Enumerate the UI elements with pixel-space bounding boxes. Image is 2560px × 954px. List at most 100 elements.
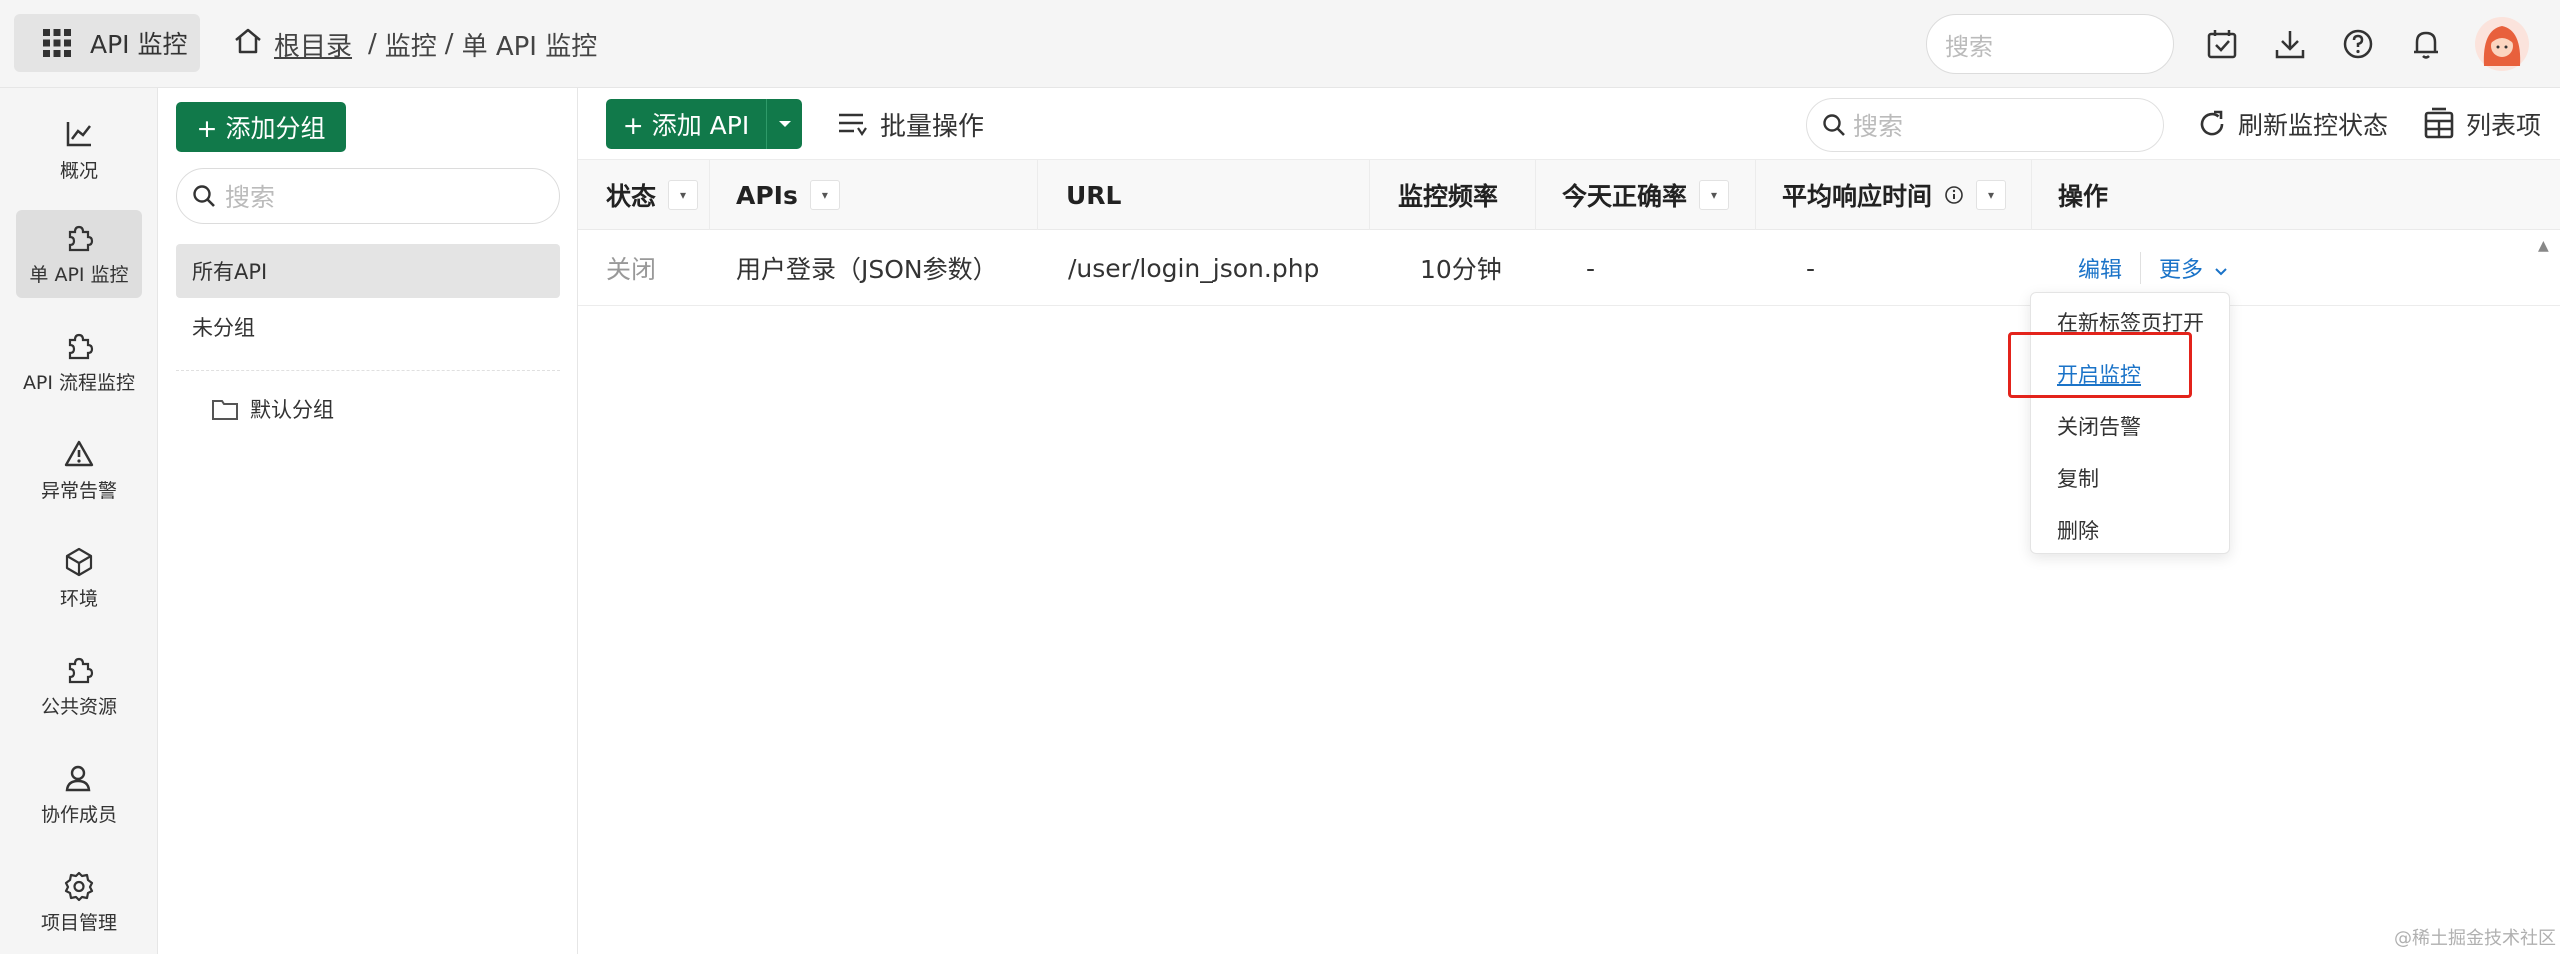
caret-down-icon bbox=[778, 121, 791, 127]
column-header-label: 平均响应时间 bbox=[1782, 182, 1933, 211]
download-icon[interactable] bbox=[2272, 26, 2308, 62]
nav-project-settings[interactable]: 项目管理 bbox=[16, 858, 142, 946]
nav-single-api-monitor[interactable]: 单 API 监控 bbox=[16, 210, 142, 298]
menu-item-copy[interactable]: 复制 bbox=[2057, 463, 2099, 493]
column-header-actions: 操作 bbox=[2032, 160, 2560, 230]
column-header-url: URL bbox=[1038, 160, 1370, 230]
app-label: API 监控 bbox=[90, 30, 188, 59]
nav-label: 概况 bbox=[59, 159, 98, 182]
api-search-input[interactable]: 搜索 bbox=[1806, 98, 2164, 152]
group-folder-default[interactable]: 默认分组 bbox=[210, 384, 334, 434]
column-header-accuracy: 今天正确率 ▾ bbox=[1536, 160, 1756, 230]
cell-status: 关闭 bbox=[606, 255, 657, 284]
column-filter-button[interactable]: ▾ bbox=[809, 180, 840, 210]
left-nav: 概况 单 API 监控 API 流程监控 异常告警 环境 公共资源 协作成员 项… bbox=[0, 88, 158, 954]
breadcrumb-root[interactable]: 根目录 bbox=[274, 26, 352, 63]
column-header-label: 今天正确率 bbox=[1562, 182, 1688, 211]
avatar[interactable] bbox=[2474, 16, 2530, 72]
breadcrumb-separator: / bbox=[368, 29, 377, 59]
add-api-button[interactable]: + 添加 API bbox=[606, 99, 766, 149]
group-search-placeholder: 搜索 bbox=[225, 183, 276, 212]
help-icon[interactable] bbox=[2340, 26, 2376, 62]
nav-label: 协作成员 bbox=[40, 803, 117, 826]
nav-environment[interactable]: 环境 bbox=[16, 534, 142, 622]
divider bbox=[176, 370, 560, 371]
user-icon bbox=[65, 765, 91, 791]
app-menu-button[interactable]: API 监控 bbox=[14, 14, 200, 72]
search-icon bbox=[1823, 114, 1845, 136]
chart-icon bbox=[66, 121, 91, 146]
add-api-split-button: + 添加 API bbox=[606, 99, 802, 149]
more-label: 更多 bbox=[2159, 258, 2204, 283]
nav-label: 异常告警 bbox=[40, 479, 117, 502]
breadcrumb-monitor[interactable]: 监控 bbox=[385, 26, 437, 63]
column-filter-button[interactable]: ▾ bbox=[1976, 180, 2007, 210]
cell-frequency: 10分钟 bbox=[1420, 255, 1502, 284]
nav-label: 公共资源 bbox=[40, 695, 117, 718]
bell-icon[interactable] bbox=[2408, 26, 2444, 62]
column-header-avg-time: 平均响应时间 ▾ bbox=[1756, 160, 2032, 230]
global-search-input[interactable]: 搜索 bbox=[1926, 14, 2174, 74]
edit-link[interactable]: 编辑 bbox=[2078, 252, 2122, 284]
column-filter-button[interactable]: ▾ bbox=[1699, 180, 1730, 210]
nav-api-flow-monitor[interactable]: API 流程监控 bbox=[16, 318, 142, 406]
breadcrumb-separator: / bbox=[444, 29, 454, 59]
cell-accuracy: - bbox=[1586, 253, 1596, 283]
nav-alerts[interactable]: 异常告警 bbox=[16, 426, 142, 514]
column-header-label: APIs bbox=[736, 180, 798, 210]
group-item-ungrouped[interactable]: 未分组 bbox=[176, 300, 560, 354]
cell-api-name[interactable]: 用户登录（JSON参数） bbox=[736, 230, 998, 306]
refresh-status-button[interactable]: 刷新监控状态 bbox=[2196, 104, 2388, 144]
cell-avg-time: - bbox=[1806, 253, 1816, 283]
column-filter-button[interactable]: ▾ bbox=[668, 180, 699, 210]
batch-operation-button[interactable]: 批量操作 bbox=[836, 104, 984, 144]
group-item-all[interactable]: 所有API bbox=[176, 244, 560, 298]
column-header-status: 状态 ▾ bbox=[578, 160, 710, 230]
folder-label: 默认分组 bbox=[250, 398, 334, 422]
column-settings-button[interactable]: 列表项 bbox=[2422, 104, 2541, 144]
add-api-dropdown-toggle[interactable] bbox=[766, 99, 802, 149]
home-icon[interactable] bbox=[232, 25, 274, 64]
column-header-label: 监控频率 bbox=[1398, 182, 1499, 211]
puzzle-icon bbox=[68, 657, 94, 683]
nav-public-resources[interactable]: 公共资源 bbox=[16, 642, 142, 730]
breadcrumb: 根目录 / 监控 / 单 API 监控 bbox=[232, 24, 605, 64]
grid-icon bbox=[43, 29, 71, 57]
info-icon bbox=[1945, 186, 1963, 204]
list-icon bbox=[839, 113, 867, 136]
folder-icon bbox=[212, 400, 238, 420]
nav-label: API 流程监控 bbox=[22, 371, 136, 394]
scroll-up-arrow[interactable]: ▲ bbox=[2538, 238, 2552, 254]
breadcrumb-current: 单 API 监控 bbox=[461, 31, 598, 62]
column-header-label: 状态 bbox=[606, 182, 657, 211]
table-header: 状态 ▾ APIs ▾ URL 监控频率 今天正确率 ▾ 平均响应时间 ▾ 操作 bbox=[578, 160, 2560, 230]
menu-item-disable-alert[interactable]: 关闭告警 bbox=[2057, 411, 2141, 441]
chevron-down-icon bbox=[2215, 268, 2227, 276]
highlight-box bbox=[2008, 332, 2192, 398]
column-header-frequency: 监控频率 bbox=[1370, 160, 1536, 230]
column-settings-label: 列表项 bbox=[2466, 111, 2542, 140]
gear-icon bbox=[64, 871, 94, 901]
puzzle-icon bbox=[68, 225, 94, 251]
calendar-check-icon[interactable] bbox=[2204, 26, 2240, 62]
nav-overview[interactable]: 概况 bbox=[16, 106, 142, 194]
refresh-icon bbox=[2200, 110, 2224, 136]
batch-operation-label: 批量操作 bbox=[880, 111, 985, 142]
group-search-input[interactable]: 搜索 bbox=[176, 168, 560, 224]
group-panel: + 添加分组 搜索 所有API 未分组 默认分组 bbox=[158, 88, 578, 954]
warning-icon bbox=[64, 440, 94, 466]
add-group-button[interactable]: + 添加分组 bbox=[176, 102, 346, 152]
menu-item-delete[interactable]: 删除 bbox=[2057, 515, 2099, 545]
top-bar: API 监控 根目录 / 监控 / 单 API 监控 搜索 bbox=[0, 0, 2560, 88]
refresh-status-label: 刷新监控状态 bbox=[2238, 111, 2389, 140]
more-dropdown-trigger[interactable]: 更多 bbox=[2140, 252, 2228, 284]
column-header-label: 操作 bbox=[2058, 182, 2109, 211]
column-header-label: URL bbox=[1066, 180, 1122, 210]
global-search-placeholder: 搜索 bbox=[1945, 32, 1993, 61]
watermark: @稀土掘金技术社区 bbox=[2394, 928, 2556, 949]
nav-members[interactable]: 协作成员 bbox=[16, 750, 142, 838]
table-row[interactable]: 关闭 用户登录（JSON参数） /user/login_json.php 10分… bbox=[578, 230, 2560, 306]
column-header-apis: APIs ▾ bbox=[710, 160, 1038, 230]
cell-url: /user/login_json.php bbox=[1068, 253, 1320, 283]
nav-label: 环境 bbox=[59, 587, 98, 610]
